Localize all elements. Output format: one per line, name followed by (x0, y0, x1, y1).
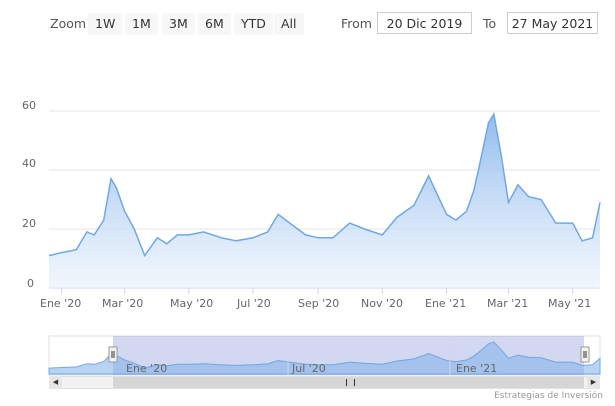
x-tick-label: Nov '20 (361, 297, 403, 310)
x-tick-label: Ene '20 (40, 297, 82, 310)
credit-text: Estrategias de Inversión (494, 391, 603, 401)
x-tick-label: Jul '20 (237, 297, 271, 310)
navigator-left-handle (108, 346, 118, 363)
main-chart[interactable] (0, 0, 615, 330)
x-tick-label: Ene '21 (425, 297, 467, 310)
x-tick-label: Mar '21 (487, 297, 529, 310)
grip-icon (345, 379, 355, 386)
series-area (49, 114, 600, 288)
x-tick-marks (61, 288, 574, 294)
navigator-label: Ene '21 (456, 362, 498, 375)
x-tick-label: Sep '20 (298, 297, 340, 310)
x-tick-label: Mar '20 (102, 297, 144, 310)
scroll-left-arrow-icon[interactable]: ◀ (49, 376, 62, 389)
navigator-label: Jul '20 (292, 362, 326, 375)
scroll-right-arrow-icon[interactable]: ▶ (587, 376, 600, 389)
navigator-right-handle (580, 346, 590, 363)
navigator-label: Ene '20 (126, 362, 168, 375)
x-tick-label: May '21 (548, 297, 592, 310)
scrollbar-thumb[interactable] (113, 377, 584, 388)
x-tick-label: May '20 (170, 297, 214, 310)
